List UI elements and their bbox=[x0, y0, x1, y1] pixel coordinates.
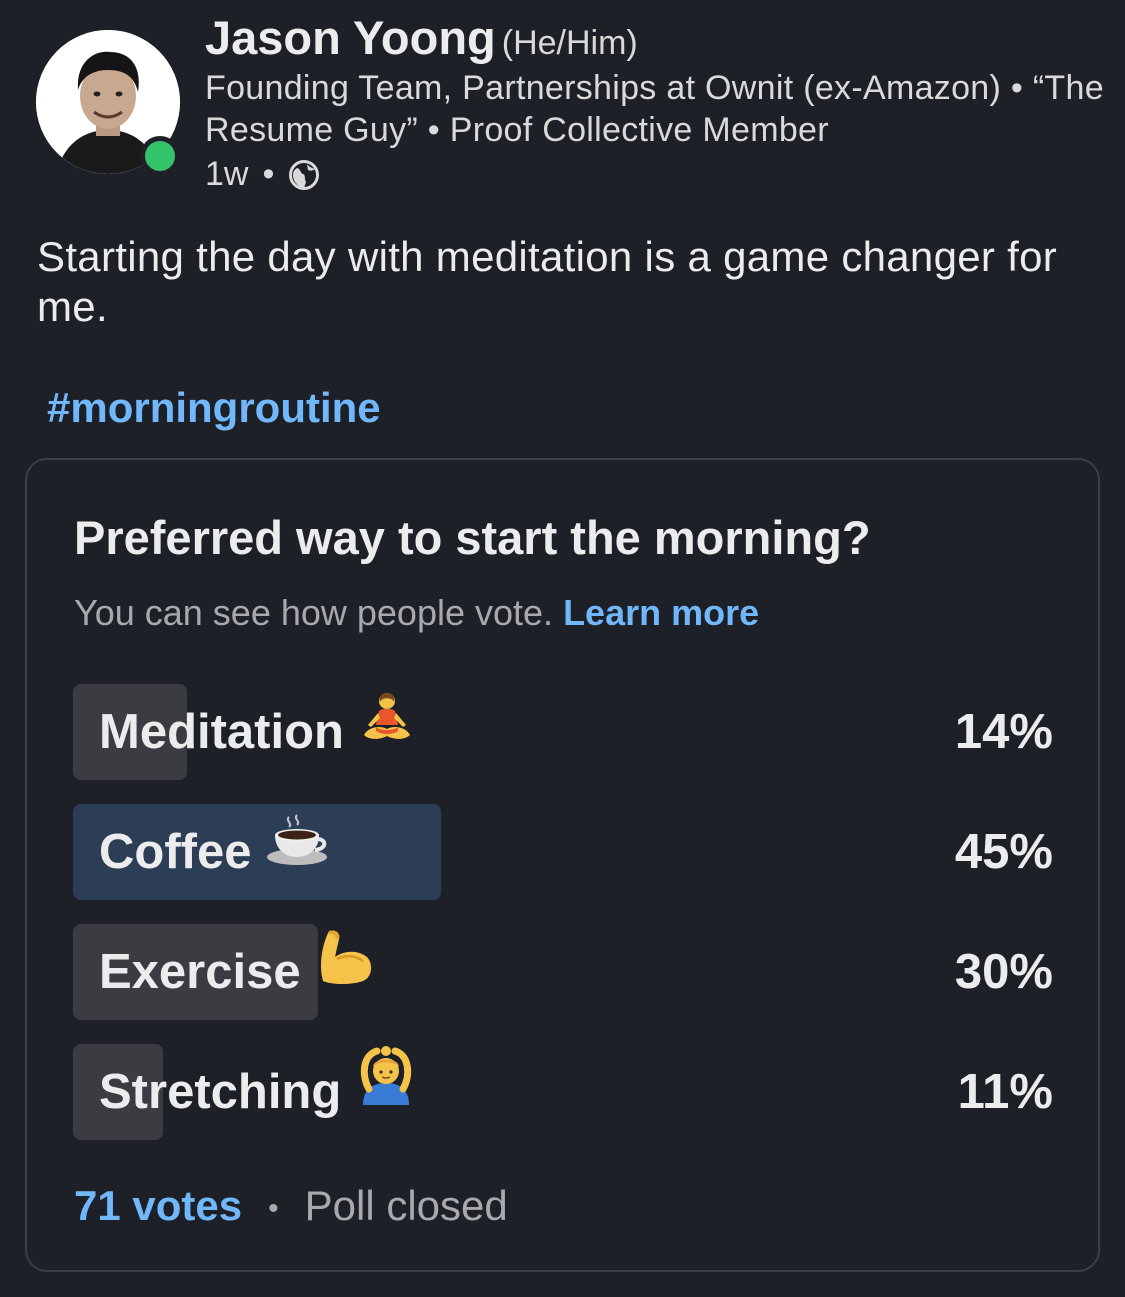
poll-option-meditation[interactable]: Meditation 14% bbox=[73, 684, 1053, 780]
poll-option-percent: 45% bbox=[954, 825, 1053, 879]
poll-option-percent: 30% bbox=[954, 945, 1053, 999]
poll-option-exercise[interactable]: Exercise 30% bbox=[73, 924, 1053, 1020]
poll-option-coffee[interactable]: Coffee 45% bbox=[73, 804, 1053, 900]
poll-option-label: Meditation bbox=[99, 684, 416, 780]
flexed-biceps-icon bbox=[315, 923, 375, 1019]
post-text: Starting the day with meditation is a ga… bbox=[37, 233, 1058, 330]
post-time: 1w bbox=[205, 155, 249, 193]
poll-status: Poll closed bbox=[304, 1182, 508, 1229]
globe-icon bbox=[288, 158, 320, 190]
post-meta: 1w • bbox=[205, 152, 320, 196]
poll-option-label: Stretching bbox=[99, 1044, 417, 1140]
person-in-lotus-position-icon bbox=[358, 683, 416, 779]
meta-separator: • bbox=[262, 155, 275, 193]
poll-option-stretching[interactable]: Stretching 11% bbox=[73, 1044, 1053, 1140]
hashtag-link[interactable]: #morningroutine bbox=[47, 384, 381, 432]
poll-option-percent: 11% bbox=[957, 1065, 1053, 1119]
footer-separator: • bbox=[268, 1191, 279, 1225]
poll-visibility-text: You can see how people vote. bbox=[74, 592, 554, 633]
poll-option-label: Exercise bbox=[99, 924, 375, 1020]
poll-card: Preferred way to start the morning? You … bbox=[25, 458, 1100, 1272]
poll-question: Preferred way to start the morning? bbox=[74, 511, 871, 564]
author-pronouns: (He/Him) bbox=[501, 24, 638, 62]
learn-more-link[interactable]: Learn more bbox=[563, 592, 759, 633]
person-gesturing-ok-icon bbox=[355, 1043, 417, 1139]
author-name[interactable]: Jason Yoong bbox=[205, 11, 496, 64]
online-status-dot bbox=[140, 136, 180, 176]
votes-count-link[interactable]: 71 votes bbox=[74, 1182, 242, 1229]
poll-visibility-note: You can see how people vote. Learn more bbox=[74, 592, 759, 634]
author-name-line[interactable]: Jason Yoong (He/Him) bbox=[205, 10, 638, 65]
poll-footer: 71 votes • Poll closed bbox=[74, 1182, 508, 1230]
author-headline: Founding Team, Partnerships at Ownit (ex… bbox=[205, 69, 1104, 149]
poll-option-label: Coffee bbox=[99, 804, 329, 900]
poll-option-percent: 14% bbox=[954, 705, 1053, 759]
hot-beverage-icon bbox=[265, 803, 329, 899]
